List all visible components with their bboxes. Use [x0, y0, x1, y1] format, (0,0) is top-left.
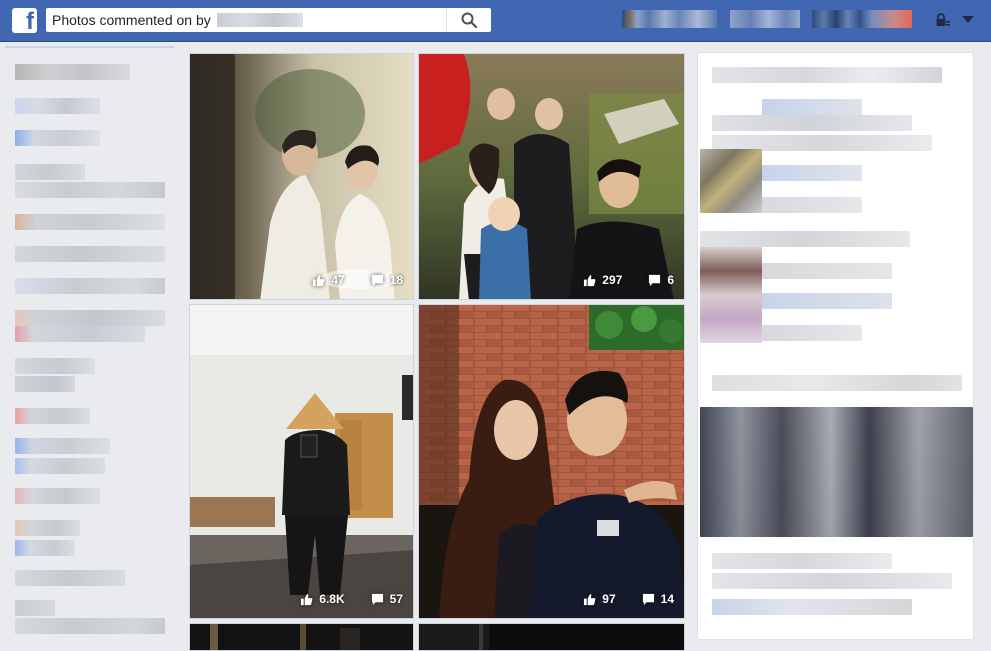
like-count[interactable]: 6.8K [319, 592, 344, 606]
like-count[interactable]: 97 [602, 592, 615, 606]
right-column-redacted [697, 52, 974, 640]
sidebar-redacted-row [15, 98, 100, 114]
profile-shortcut-redacted[interactable] [622, 10, 717, 28]
photo-tile-4[interactable]: 97 14 [418, 304, 685, 619]
search-input-redacted-name [216, 13, 303, 27]
photo-tile-5[interactable] [189, 623, 414, 651]
photo-image [419, 624, 684, 650]
right-redacted-row [700, 407, 973, 537]
sidebar-redacted-row [15, 458, 105, 474]
photo-stats: 97 14 [583, 592, 674, 606]
right-redacted-row [712, 553, 892, 569]
sidebar-redacted-row [15, 326, 145, 342]
right-redacted-row [762, 165, 862, 181]
search-icon [461, 12, 477, 28]
sidebar-redacted-row [15, 64, 130, 80]
photo-stats: 47 18 [312, 273, 403, 287]
sidebar-redacted-row [15, 182, 165, 198]
thumbs-up-icon [313, 274, 325, 286]
facebook-logo-letter: f [26, 8, 34, 35]
thumbs-up-icon [584, 274, 596, 286]
right-redacted-row [712, 67, 942, 83]
account-menu-caret-icon[interactable] [962, 16, 974, 24]
photo-tile-1[interactable]: 47 18 [189, 53, 414, 300]
right-redacted-row [700, 231, 910, 247]
sidebar-redacted-row [15, 488, 100, 504]
sidebar-redacted-row [15, 358, 95, 374]
sidebar-redacted-row [15, 540, 75, 556]
sidebar-redacted-row [15, 130, 100, 146]
sidebar-redacted-row [15, 214, 165, 230]
search-bar[interactable]: Photos commented on by [46, 8, 491, 32]
photo-tile-6[interactable] [418, 623, 685, 651]
comment-bubble-icon [649, 274, 661, 286]
sidebar-redacted-row [15, 278, 165, 294]
sidebar-redacted-row [15, 570, 125, 586]
like-count[interactable]: 47 [331, 273, 344, 287]
right-redacted-row [762, 197, 862, 213]
comment-count[interactable]: 6 [667, 273, 674, 287]
right-redacted-row [700, 149, 762, 213]
photo-image [419, 54, 684, 299]
left-sidebar-redacted [5, 46, 174, 651]
home-link-redacted[interactable] [730, 10, 800, 28]
right-redacted-row [762, 263, 892, 279]
thumbs-up-icon [301, 593, 313, 605]
right-redacted-row [712, 573, 952, 589]
sidebar-redacted-row [15, 600, 55, 616]
comment-count[interactable]: 14 [661, 592, 674, 606]
sidebar-redacted-row [15, 618, 165, 634]
photo-image [190, 624, 413, 650]
right-redacted-row [700, 247, 762, 343]
sidebar-redacted-row [15, 376, 75, 392]
right-redacted-row [712, 115, 912, 131]
like-count[interactable]: 297 [602, 273, 622, 287]
sidebar-redacted-row [15, 408, 90, 424]
comment-count[interactable]: 57 [390, 592, 403, 606]
photo-stats: 297 6 [583, 273, 674, 287]
search-button[interactable] [446, 8, 491, 32]
right-redacted-row [712, 375, 962, 391]
privacy-shortcuts-lock-icon[interactable] [935, 12, 951, 28]
comment-count[interactable]: 18 [390, 273, 403, 287]
sidebar-redacted-row [15, 310, 165, 326]
sidebar-redacted-row [15, 246, 165, 262]
photo-tile-2[interactable]: 297 6 [418, 53, 685, 300]
notification-icons-redacted[interactable] [812, 10, 912, 28]
comment-bubble-icon [371, 274, 383, 286]
comment-bubble-icon [371, 593, 383, 605]
search-input[interactable]: Photos commented on by [46, 12, 211, 28]
sidebar-redacted-row [15, 438, 110, 454]
photo-image [419, 305, 684, 618]
thumbs-up-icon [584, 593, 596, 605]
right-redacted-row [712, 599, 912, 615]
right-redacted-row [762, 325, 862, 341]
photo-stats: 6.8K 57 [300, 592, 403, 606]
top-navigation-bar: f Photos commented on by [0, 0, 991, 42]
sidebar-redacted-row [15, 520, 80, 536]
photo-image [190, 305, 413, 618]
photo-image [190, 54, 413, 299]
facebook-logo-icon[interactable]: f [12, 8, 37, 35]
photo-tile-3[interactable]: 6.8K 57 [189, 304, 414, 619]
right-redacted-row [762, 293, 892, 309]
sidebar-redacted-row [15, 164, 85, 180]
comment-bubble-icon [642, 593, 654, 605]
right-redacted-row [762, 99, 862, 115]
